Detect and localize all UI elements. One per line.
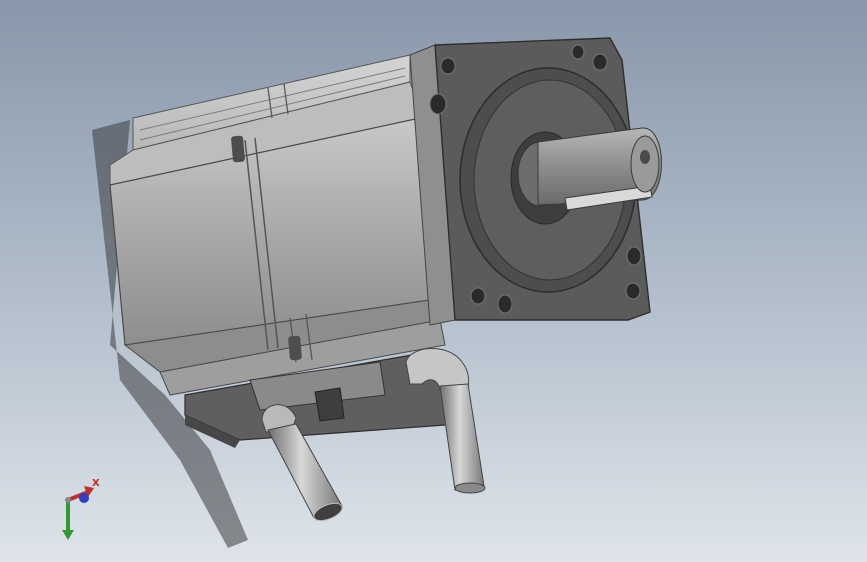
servo-motor-model[interactable] bbox=[0, 0, 867, 562]
mounting-hole-right-mid bbox=[626, 246, 642, 266]
triad-origin bbox=[65, 497, 71, 503]
triad-x-label: X bbox=[92, 478, 100, 489]
mounting-hole-bottom-mid bbox=[497, 294, 513, 314]
shaft-center-hole bbox=[640, 150, 650, 164]
housing-slot-bottom bbox=[288, 335, 302, 361]
triad-y-arrow bbox=[62, 530, 74, 540]
mounting-hole-bottom-left bbox=[470, 287, 486, 305]
coordinate-triad[interactable]: X bbox=[48, 478, 108, 542]
mounting-hole-top-left bbox=[440, 57, 456, 75]
mounting-hole-left-mid bbox=[429, 93, 447, 115]
encoder-cable-end bbox=[454, 482, 486, 494]
housing-slot-top bbox=[231, 135, 245, 163]
graphics-viewport[interactable]: X bbox=[0, 0, 867, 562]
mounting-hole-bottom-right bbox=[625, 282, 641, 300]
triad-z-axis bbox=[79, 493, 89, 503]
mounting-hole-top-mid bbox=[571, 44, 585, 60]
connector-notch bbox=[314, 387, 345, 422]
encoder-cable[interactable] bbox=[439, 383, 485, 491]
mounting-hole-top-right bbox=[592, 53, 608, 71]
